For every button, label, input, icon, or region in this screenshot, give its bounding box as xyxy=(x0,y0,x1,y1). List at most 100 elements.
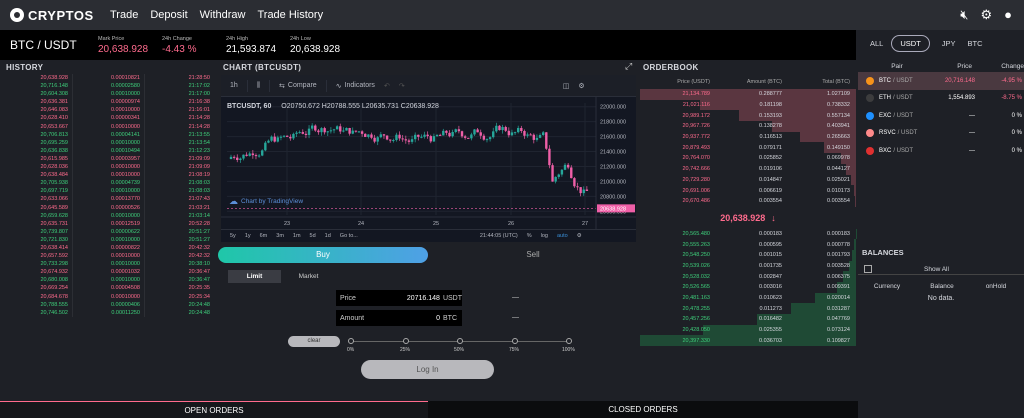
amount-slider[interactable] xyxy=(348,338,572,344)
asks-row[interactable]: 20,967.726 0.138278 0.403941 xyxy=(640,121,856,132)
candle-body xyxy=(545,132,548,149)
price-field-value[interactable]: 20716.148 xyxy=(400,295,440,302)
market-row-eth[interactable]: ETH / USDT 1,554.893 -8.75 % xyxy=(858,90,1024,108)
tab-btc[interactable]: BTC xyxy=(968,39,983,48)
price-field[interactable]: Price 20716.148 USDT xyxy=(336,290,462,306)
range-5d[interactable]: 5d xyxy=(310,233,316,239)
market-tab[interactable]: Market xyxy=(282,270,335,283)
asks-row[interactable]: 20,937.772 0.116513 0.265663 xyxy=(640,131,856,143)
candle-type-icon[interactable]: ⫼ xyxy=(257,82,260,90)
bids-row[interactable]: 20,528.032 0.002847 0.006375 xyxy=(640,271,856,282)
scale-settings-icon[interactable]: ⚙ xyxy=(577,233,582,239)
candle-body xyxy=(379,134,383,138)
clear-button[interactable]: clear xyxy=(288,336,340,347)
nav-withdraw[interactable]: Withdraw xyxy=(200,9,246,21)
bids-row[interactable]: 20,555.263 0.000595 0.000778 xyxy=(640,239,856,250)
mark-price: Mark Price 20,638.928 xyxy=(98,36,162,55)
bids-row[interactable]: 20,457.256 0.016482 0.047769 xyxy=(640,314,856,325)
range-1m[interactable]: 1m xyxy=(293,233,301,239)
asks-row[interactable]: 21,021.116 0.181198 0.738332 xyxy=(640,99,856,111)
redo-icon[interactable]: ↷ xyxy=(399,82,405,90)
candle-body xyxy=(423,134,426,137)
market-row-btc[interactable]: BTC / USDT 20,716.148 -4.95 % xyxy=(858,72,1024,90)
fullscreen-icon[interactable]: ⤢ xyxy=(625,61,632,72)
percent-toggle[interactable]: % xyxy=(527,233,532,239)
auto-toggle[interactable]: auto xyxy=(557,233,568,239)
history-price: 20,788.555 xyxy=(40,301,68,308)
history-row: 20,697.719 0.00010000 21:08:03 xyxy=(0,187,216,196)
slider-knob-0[interactable] xyxy=(348,338,354,344)
closed-orders-tab[interactable]: CLOSED ORDERS xyxy=(428,401,858,418)
bids-row[interactable]: 20,481.163 0.010623 0.020014 xyxy=(640,292,856,304)
asks-row[interactable]: 20,989.172 0.153193 0.557134 xyxy=(640,110,856,122)
bids-row[interactable]: 20,428.050 0.025355 0.073124 xyxy=(640,324,856,336)
limit-tab[interactable]: Limit xyxy=(228,270,281,283)
logo[interactable]: CRYPTOS xyxy=(10,8,98,23)
market-row-bxc[interactable]: BXC / USDT — 0 % xyxy=(858,142,1024,160)
range-1y[interactable]: 1y xyxy=(245,233,251,239)
slider-knob-50[interactable] xyxy=(457,338,463,344)
camera-icon[interactable]: ◫ xyxy=(563,82,570,90)
asks-row[interactable]: 20,729.280 0.014847 0.025021 xyxy=(640,174,856,186)
amount-field-value[interactable]: 0 xyxy=(400,315,440,322)
bids-row[interactable]: 20,397.330 0.036703 0.109827 xyxy=(640,335,856,347)
amount-field[interactable]: Amount 0 BTC xyxy=(336,310,462,326)
asks-row[interactable]: 20,691.006 0.006619 0.010173 xyxy=(640,185,856,196)
slider-knob-100[interactable] xyxy=(566,338,572,344)
gear-icon[interactable]: ⚙ xyxy=(980,7,992,23)
account-icon[interactable]: ● xyxy=(1004,7,1012,23)
nav-trade[interactable]: Trade xyxy=(110,9,138,21)
interval-button[interactable]: 1h xyxy=(230,82,238,89)
log-toggle[interactable]: log xyxy=(541,233,548,239)
undo-icon[interactable]: ↶ xyxy=(384,82,390,90)
bids-row[interactable]: 20,539.026 0.001735 0.003528 xyxy=(640,260,856,272)
show-all-checkbox[interactable] xyxy=(864,265,872,273)
chart-panel[interactable]: 1h ⫼ ⇆ Compare ∿ Indicators ↶ ↷ ◫ ⚙ 2200… xyxy=(221,75,636,242)
indicators-icon[interactable]: ∿ xyxy=(336,82,342,90)
candle-body xyxy=(432,136,436,142)
bids-row[interactable]: 20,548.250 0.001015 0.001793 xyxy=(640,249,856,261)
history-time: 21:16:38 xyxy=(144,98,214,107)
bids-amount: 0.001735 xyxy=(759,262,782,269)
nav-trade-history[interactable]: Trade History xyxy=(257,9,323,21)
slider-knob-75[interactable] xyxy=(512,338,518,344)
history-list[interactable]: 20,638.928 0.00010821 21:28:50 20,716.148 0.… xyxy=(0,74,216,400)
market-row-rsvc[interactable]: RSVC / USDT — 0 % xyxy=(858,125,1024,143)
goto-button[interactable]: Go to... xyxy=(340,233,358,239)
bids-row[interactable]: 20,478.255 0.011273 0.031287 xyxy=(640,303,856,315)
sell-tab[interactable]: Sell xyxy=(430,247,636,263)
chart-symbol[interactable]: BTCUSDT, 60 xyxy=(227,103,271,110)
asks-row[interactable]: 20,670.486 0.003554 0.003554 xyxy=(640,195,856,207)
buy-tab[interactable]: Buy xyxy=(218,247,428,263)
market-change: -8.75 % xyxy=(1001,95,1022,102)
range-5y[interactable]: 5y xyxy=(230,233,236,239)
market-price: 1,554.893 xyxy=(948,95,975,102)
range-1d[interactable]: 1d xyxy=(325,233,331,239)
slider-knob-25[interactable] xyxy=(403,338,409,344)
tradingview-watermark[interactable]: ☁ Chart by TradingView xyxy=(229,196,303,207)
tab-all[interactable]: ALL xyxy=(870,39,883,48)
range-3m[interactable]: 3m xyxy=(276,233,284,239)
market-row-exc[interactable]: EXC / USDT — 0 % xyxy=(858,107,1024,125)
bids-row[interactable]: 20,526.565 0.003016 0.009391 xyxy=(640,282,856,293)
candle-body xyxy=(345,128,348,131)
open-orders-tab[interactable]: OPEN ORDERS xyxy=(0,401,428,418)
mute-icon[interactable]: 🔇︎ xyxy=(960,7,968,23)
asks-row[interactable]: 20,742.666 0.019106 0.044127 xyxy=(640,163,856,175)
tab-usdt[interactable]: USDT xyxy=(891,34,930,52)
candle-body xyxy=(529,134,532,136)
chart-settings-icon[interactable]: ⚙ xyxy=(578,82,584,90)
compare-icon[interactable]: ⇆ xyxy=(279,82,285,90)
bids-row[interactable]: 20,565.480 0.000183 0.000183 xyxy=(640,228,856,240)
nav-deposit[interactable]: Deposit xyxy=(150,9,187,21)
asks-row[interactable]: 20,764.070 0.025852 0.069978 xyxy=(640,153,856,164)
tab-jpy[interactable]: JPY xyxy=(942,39,956,48)
candle-body xyxy=(392,140,395,142)
compare-button[interactable]: Compare xyxy=(288,82,317,89)
indicators-button[interactable]: Indicators xyxy=(345,82,375,89)
asks-row[interactable]: 21,134.789 0.288777 1.027109 xyxy=(640,89,856,100)
asks-row[interactable]: 20,879.493 0.079171 0.149150 xyxy=(640,142,856,154)
login-button[interactable]: Log In xyxy=(361,360,494,379)
range-6m[interactable]: 6m xyxy=(260,233,268,239)
candlestick-chart[interactable]: 22000.000 21800.000 21600.000 21400.000 2120… xyxy=(221,97,636,229)
